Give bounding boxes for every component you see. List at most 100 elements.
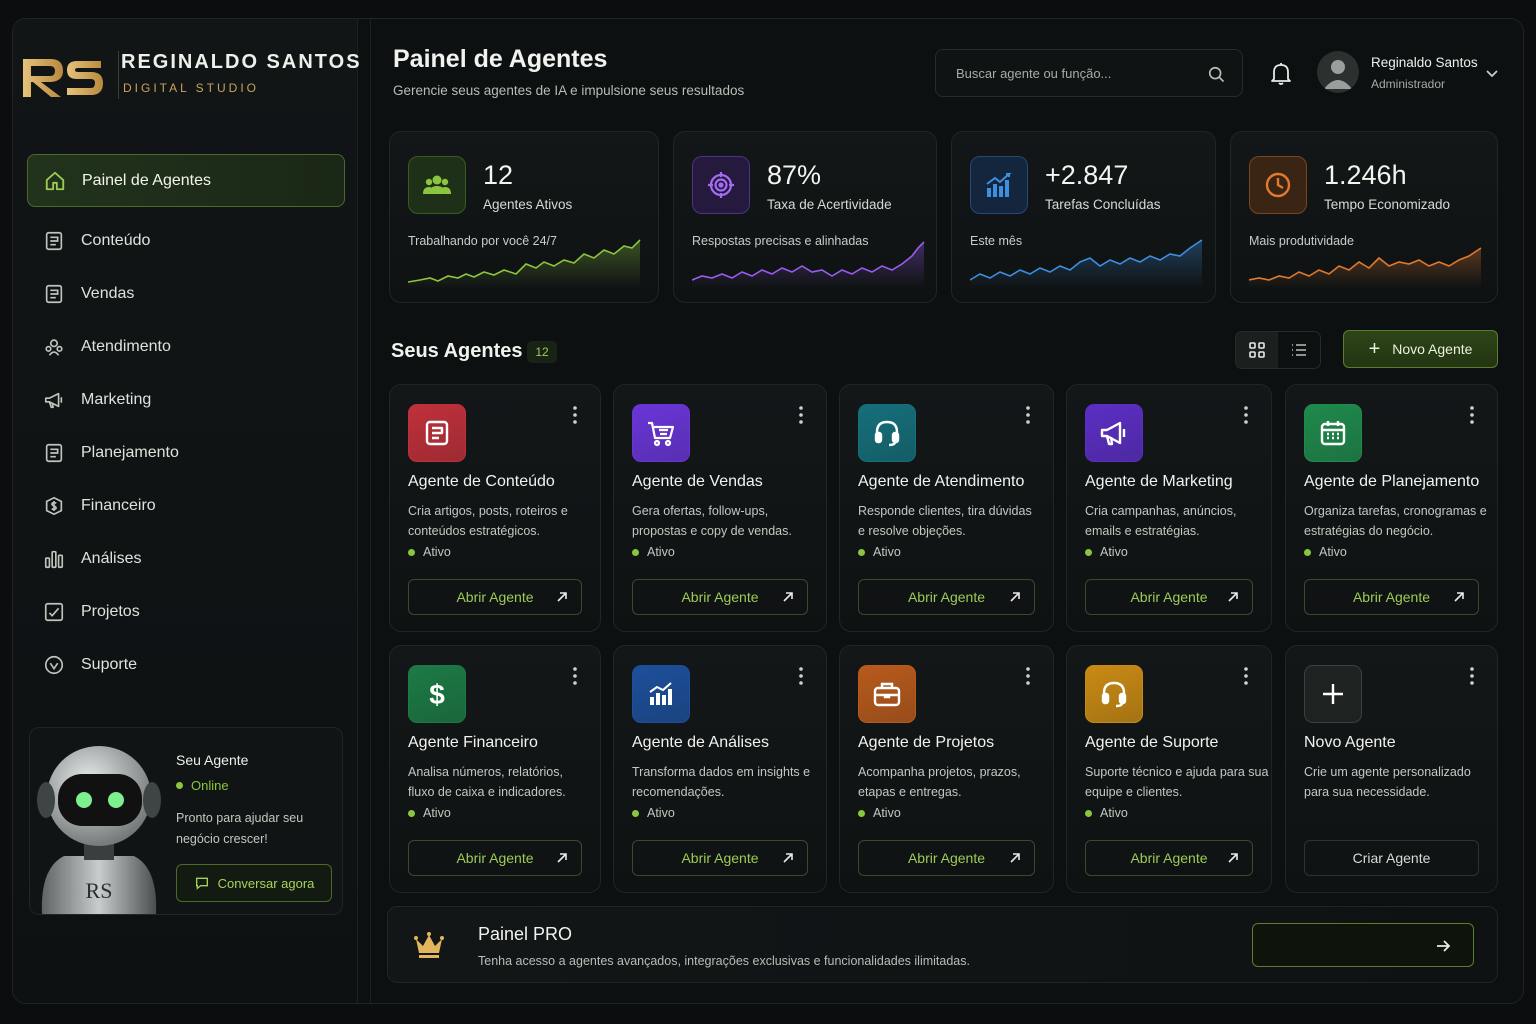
more-options-icon[interactable] bbox=[798, 405, 804, 425]
sidebar-item-label: Painel de Agentes bbox=[82, 171, 211, 189]
agent-icon-box: $ bbox=[408, 665, 466, 723]
brand-name: REGINALDO SANTOS bbox=[121, 51, 362, 73]
agent-description: Gera ofertas, follow-ups, propostas e co… bbox=[632, 504, 792, 538]
sidebar-item-planejamento[interactable]: Planejamento bbox=[27, 427, 345, 479]
agent-title: Novo Agente bbox=[1304, 734, 1396, 751]
search-input[interactable] bbox=[956, 65, 1186, 81]
agent-icon-box bbox=[1085, 665, 1143, 723]
agent-icon-box bbox=[632, 404, 690, 462]
sidebar-item-marketing[interactable]: Marketing bbox=[27, 374, 345, 426]
agent-status-label: Ativo bbox=[1100, 545, 1128, 559]
agent-title: Agente de Suporte bbox=[1085, 734, 1219, 751]
open-agent-button[interactable]: Abrir Agente bbox=[1304, 579, 1479, 615]
status-dot-icon bbox=[1085, 809, 1092, 817]
calendar-icon bbox=[1317, 417, 1349, 449]
agent-icon-box bbox=[1304, 404, 1362, 462]
sparkline-green bbox=[408, 239, 641, 288]
svg-text:$: $ bbox=[429, 679, 445, 710]
user-menu[interactable]: Reginaldo Santos Administrador bbox=[1317, 51, 1507, 97]
more-options-icon[interactable] bbox=[572, 405, 578, 425]
grid-view-button[interactable] bbox=[1236, 332, 1278, 368]
bell-icon[interactable] bbox=[1269, 61, 1293, 87]
agent-card: $ Agente Financeiro Analisa números, relat… bbox=[389, 645, 601, 893]
your-agent-title: Seu Agente bbox=[176, 752, 249, 768]
cart-icon bbox=[645, 417, 677, 449]
open-agent-button[interactable]: Abrir Agente bbox=[632, 840, 808, 876]
sidebar-item-label: Marketing bbox=[81, 391, 152, 408]
megaphone-icon bbox=[1098, 417, 1130, 449]
open-agent-button[interactable]: Abrir Agente bbox=[1085, 840, 1253, 876]
new-agent-button[interactable]: + Novo Agente bbox=[1343, 330, 1498, 368]
open-agent-button[interactable]: Abrir Agente bbox=[408, 579, 582, 615]
brand[interactable]: REGINALDO SANTOS DIGITAL STUDIO bbox=[13, 49, 360, 109]
megaphone-icon bbox=[43, 389, 65, 411]
button-label: Abrir Agente bbox=[456, 589, 534, 605]
agent-title: Agente Financeiro bbox=[408, 734, 538, 751]
open-agent-button[interactable]: Abrir Agente bbox=[858, 579, 1035, 615]
stat-value: +2.847 bbox=[1045, 160, 1129, 190]
open-agent-button[interactable]: Abrir Agente bbox=[408, 840, 582, 876]
external-arrow-icon bbox=[1454, 592, 1464, 602]
sidebar-item-painel[interactable]: Painel de Agentes bbox=[27, 154, 345, 207]
sidebar: REGINALDO SANTOS DIGITAL STUDIO Painel d… bbox=[13, 19, 360, 1003]
sidebar-item-projetos[interactable]: Projetos bbox=[27, 586, 345, 638]
agent-description: Analisa números, relatórios, fluxo de ca… bbox=[408, 765, 566, 799]
sidebar-item-atendimento[interactable]: Atendimento bbox=[27, 321, 345, 373]
sidebar-item-conteudo[interactable]: Conteúdo bbox=[27, 215, 345, 267]
chevron-down-icon[interactable] bbox=[1485, 69, 1499, 79]
stat-label: Agentes Ativos bbox=[483, 197, 573, 212]
external-arrow-icon bbox=[1010, 592, 1020, 602]
target-icon bbox=[708, 172, 734, 198]
new-agent-card: Novo Agente Crie um agente personalizado … bbox=[1285, 645, 1498, 893]
stat-icon-box bbox=[970, 156, 1028, 214]
sidebar-item-label: Planejamento bbox=[81, 444, 179, 461]
document-icon bbox=[43, 230, 65, 252]
agent-status-label: Ativo bbox=[873, 545, 901, 559]
agent-count-badge: 12 bbox=[527, 341, 557, 363]
open-agent-button[interactable]: Abrir Agente bbox=[1085, 579, 1253, 615]
page-title: Painel de Agentes bbox=[393, 45, 608, 73]
sidebar-item-vendas[interactable]: Vendas bbox=[27, 268, 345, 320]
agent-description: Cria campanhas, anúncios, emails e estra… bbox=[1085, 504, 1237, 538]
status-dot-icon bbox=[632, 809, 639, 817]
stat-value: 87% bbox=[767, 160, 822, 190]
agent-description: Responde clientes, tira dúvidas e resolv… bbox=[858, 504, 1032, 538]
sidebar-item-suporte[interactable]: Suporte bbox=[27, 639, 345, 691]
more-options-icon[interactable] bbox=[1469, 666, 1475, 686]
stat-icon-box bbox=[408, 156, 466, 214]
external-arrow-icon bbox=[1228, 853, 1238, 863]
external-arrow-icon bbox=[783, 853, 793, 863]
more-options-icon[interactable] bbox=[1469, 405, 1475, 425]
status-dot-icon bbox=[632, 548, 639, 556]
sidebar-item-analises[interactable]: Análises bbox=[27, 533, 345, 585]
agent-card: Agente de Marketing Cria campanhas, anúnc… bbox=[1066, 384, 1272, 632]
agent-status: Ativo bbox=[632, 806, 675, 820]
pro-upgrade-button[interactable] bbox=[1252, 923, 1474, 967]
more-options-icon[interactable] bbox=[572, 666, 578, 686]
agent-icon-box bbox=[858, 404, 916, 462]
status-dot-icon bbox=[408, 809, 415, 817]
button-label: Abrir Agente bbox=[1130, 589, 1208, 605]
more-options-icon[interactable] bbox=[1025, 405, 1031, 425]
list-icon bbox=[1292, 344, 1306, 356]
stat-card-time: 1.246h Tempo Economizado Mais produtivid… bbox=[1230, 131, 1498, 303]
chat-now-button[interactable]: Conversar agora bbox=[176, 864, 332, 902]
more-options-icon[interactable] bbox=[1243, 666, 1249, 686]
more-options-icon[interactable] bbox=[1243, 405, 1249, 425]
open-agent-button[interactable]: Abrir Agente bbox=[858, 840, 1035, 876]
status-dot-icon bbox=[858, 548, 865, 556]
headset-icon bbox=[1098, 678, 1130, 710]
home-icon bbox=[44, 170, 66, 192]
stat-label: Taxa de Acertividade bbox=[767, 197, 892, 212]
agent-status: Ativo bbox=[408, 806, 451, 820]
search-box[interactable] bbox=[935, 49, 1243, 97]
open-agent-button[interactable]: Abrir Agente bbox=[632, 579, 808, 615]
list-view-button[interactable] bbox=[1278, 332, 1320, 368]
sidebar-item-financeiro[interactable]: Financeiro bbox=[27, 480, 345, 532]
create-agent-button[interactable]: Criar Agente bbox=[1304, 840, 1479, 876]
more-options-icon[interactable] bbox=[1025, 666, 1031, 686]
more-options-icon[interactable] bbox=[798, 666, 804, 686]
search-icon[interactable] bbox=[1206, 64, 1226, 84]
agent-status: Ativo bbox=[858, 806, 901, 820]
agent-card: Agente de Atendimento Responde clientes, … bbox=[839, 384, 1054, 632]
